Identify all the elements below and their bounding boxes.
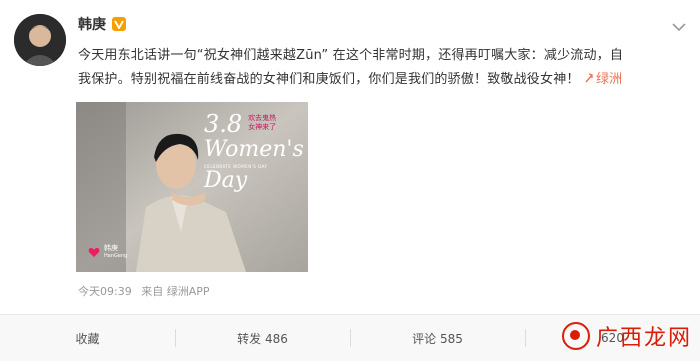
womens-day-title: 3.8 欢去鬼热 女神来了 Women's CELEBRATE WOMEN'S …	[204, 110, 304, 193]
comment-label: 评论 585	[412, 331, 463, 346]
watermark-text: 广西龙网	[595, 326, 692, 351]
image-caption: 韩庚 HanGeng	[88, 244, 127, 260]
post-text: 今天用东北话讲一句“祝女神们越来越Zūn” 在这个非常时期，还得再叮嘱大家：减少…	[78, 44, 688, 92]
verified-badge-icon	[112, 17, 126, 31]
chevron-down-icon[interactable]	[672, 22, 686, 32]
watermark-logo-icon	[561, 322, 590, 350]
comment-button[interactable]: 评论 585	[350, 315, 525, 361]
location-link[interactable]: 绿洲	[584, 72, 622, 87]
watermark: 广西龙网	[561, 320, 692, 352]
caption-name: 韩庚	[104, 244, 118, 252]
author-row: 韩庚	[78, 14, 126, 34]
post-text-line2: 我保护。特别祝福在前线奋战的女神们和庚饭们，你们是我们的骄傲！致敬战役女神！	[78, 72, 580, 87]
post-image[interactable]: 3.8 欢去鬼热 女神来了 Women's CELEBRATE WOMEN'S …	[76, 102, 308, 272]
location-label: 绿洲	[595, 72, 623, 87]
post-text-line: 我保护。特别祝福在前线奋战的女神们和庚饭们，你们是我们的骄傲！致敬战役女神！ 绿…	[78, 68, 688, 92]
title-line1: Women's	[204, 137, 304, 162]
repost-label: 转发 486	[237, 331, 288, 346]
author-name[interactable]: 韩庚	[78, 14, 106, 34]
title-stamp: 欢去鬼热 女神来了	[248, 114, 277, 131]
post-time[interactable]: 今天09:39	[78, 285, 132, 298]
heart-icon	[88, 247, 100, 257]
caption-sub: HanGeng	[104, 253, 128, 259]
title-line2: Day	[204, 168, 248, 193]
repost-button[interactable]: 转发 486	[175, 315, 350, 361]
avatar-photo	[14, 14, 66, 66]
post-text-line: 今天用东北话讲一句“祝女神们越来越Zūn” 在这个非常时期，还得再叮嘱大家：减少…	[78, 48, 624, 63]
post-meta: 今天09:39 来自 绿洲APP	[78, 283, 216, 299]
title-number: 3.8	[204, 110, 243, 138]
weibo-post-card: 韩庚 今天用东北话讲一句“祝女神们越来越Zūn” 在这个非常时期，还得再叮嘱大家…	[0, 0, 700, 361]
favorite-button[interactable]: 收藏	[0, 315, 175, 361]
post-source[interactable]: 来自 绿洲APP	[141, 285, 209, 298]
avatar[interactable]	[14, 14, 66, 66]
favorite-label: 收藏	[75, 331, 100, 346]
link-icon	[585, 73, 593, 83]
